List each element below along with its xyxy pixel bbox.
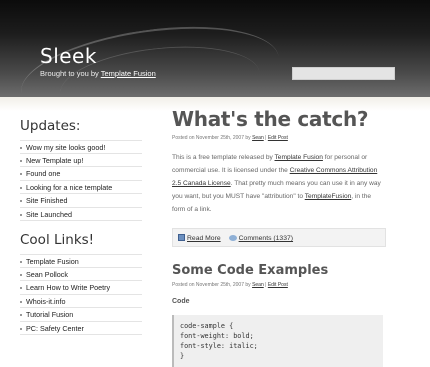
search-input[interactable] <box>292 67 395 80</box>
link-item[interactable]: Template Fusion <box>20 254 142 268</box>
updates-list: Wow my site looks good! New Template up!… <box>20 140 142 221</box>
link-item-label: Template Fusion <box>26 257 79 266</box>
update-item[interactable]: Site Launched <box>20 208 142 221</box>
bullet-icon <box>20 147 22 149</box>
bullet-icon <box>20 287 22 289</box>
update-item-label: New Template up! <box>26 155 84 165</box>
post-title[interactable]: Some Code Examples <box>172 263 386 278</box>
bullet-icon <box>20 186 22 189</box>
update-item[interactable]: New Template up! <box>20 154 142 167</box>
update-item[interactable]: Found one <box>20 167 142 181</box>
update-item[interactable]: Site Finished <box>20 194 142 208</box>
templatefusion-link[interactable]: TemplateFusion <box>305 193 352 200</box>
sidebar: Updates: Wow my site looks good! New Tem… <box>20 118 142 335</box>
link-item[interactable]: PC: Safety Center <box>20 322 142 335</box>
bullet-icon <box>20 314 22 316</box>
author-link[interactable]: Sean <box>252 135 264 141</box>
updates-heading: Updates: <box>20 118 81 134</box>
bullet-icon <box>20 273 22 276</box>
site-header: Sleek Brought to you by Template Fusion <box>0 0 430 97</box>
post-meta-prefix: Posted on November 25th, 2007 by <box>172 135 253 141</box>
edit-post-link[interactable]: Edit Post <box>268 282 288 288</box>
document-icon <box>178 234 185 241</box>
tagline-prefix: Brought to you by <box>40 69 101 78</box>
update-item-label: Looking for a nice template <box>26 182 113 192</box>
link-item-label: PC: Safety Center <box>26 323 84 333</box>
update-item-label: Site Launched <box>26 209 72 219</box>
link-item-label: Tutorial Fusion <box>26 310 74 319</box>
link-item[interactable]: Learn How to Write Poetry <box>20 281 142 295</box>
site-tagline: Brought to you by Template Fusion <box>40 69 156 78</box>
bullet-icon <box>20 173 22 175</box>
bullet-icon <box>20 300 22 303</box>
link-item[interactable]: Sean Pollock <box>20 268 142 281</box>
update-item-label: Wow my site looks good! <box>26 143 106 152</box>
bullet-icon <box>20 200 22 202</box>
link-item[interactable]: Whois-it.info <box>20 295 142 308</box>
post-meta-prefix: Posted on November 25th, 2007 by <box>172 282 253 288</box>
update-item-label: Found one <box>26 169 61 178</box>
post-footer: Read More Comments (1337) <box>172 228 386 247</box>
comment-bubble-icon <box>228 235 237 241</box>
update-item-label: Site Finished <box>26 196 68 205</box>
bullet-icon <box>20 327 22 330</box>
bullet-icon <box>20 159 22 162</box>
post-meta: Posted on November 25th, 2007 by Sean | … <box>172 282 386 288</box>
link-item-label: Whois-it.info <box>26 296 66 306</box>
post-meta: Posted on November 25th, 2007 by Sean | … <box>172 135 386 141</box>
cool-links-list: Template Fusion Sean Pollock Learn How t… <box>20 254 142 335</box>
update-item[interactable]: Looking for a nice template <box>20 181 142 194</box>
read-more-link[interactable]: Read More <box>187 235 221 242</box>
post-body-text: This is a free template released by <box>172 154 275 161</box>
update-item[interactable]: Wow my site looks good! <box>20 140 142 154</box>
post-body: This is a free template released by Temp… <box>172 151 386 216</box>
template-fusion-link[interactable]: Template Fusion <box>275 154 323 161</box>
edit-post-link[interactable]: Edit Post <box>268 135 288 141</box>
main-content: What's the catch? Posted on November 25t… <box>172 107 386 367</box>
bullet-icon <box>20 213 22 216</box>
author-link[interactable]: Sean <box>252 282 264 288</box>
code-block: code-sample { font-weight: bold; font-st… <box>172 315 383 367</box>
cool-links-heading: Cool Links! <box>20 232 95 248</box>
site-title[interactable]: Sleek <box>40 44 97 68</box>
bullet-icon <box>20 261 22 263</box>
post-title[interactable]: What's the catch? <box>172 107 386 131</box>
tagline-link[interactable]: Template Fusion <box>101 69 156 78</box>
link-item-label: Sean Pollock <box>26 269 68 279</box>
link-item[interactable]: Tutorial Fusion <box>20 308 142 322</box>
code-heading: Code <box>172 298 190 305</box>
link-item-label: Learn How to Write Poetry <box>26 283 111 292</box>
comments-link[interactable]: Comments (1337) <box>239 235 293 242</box>
